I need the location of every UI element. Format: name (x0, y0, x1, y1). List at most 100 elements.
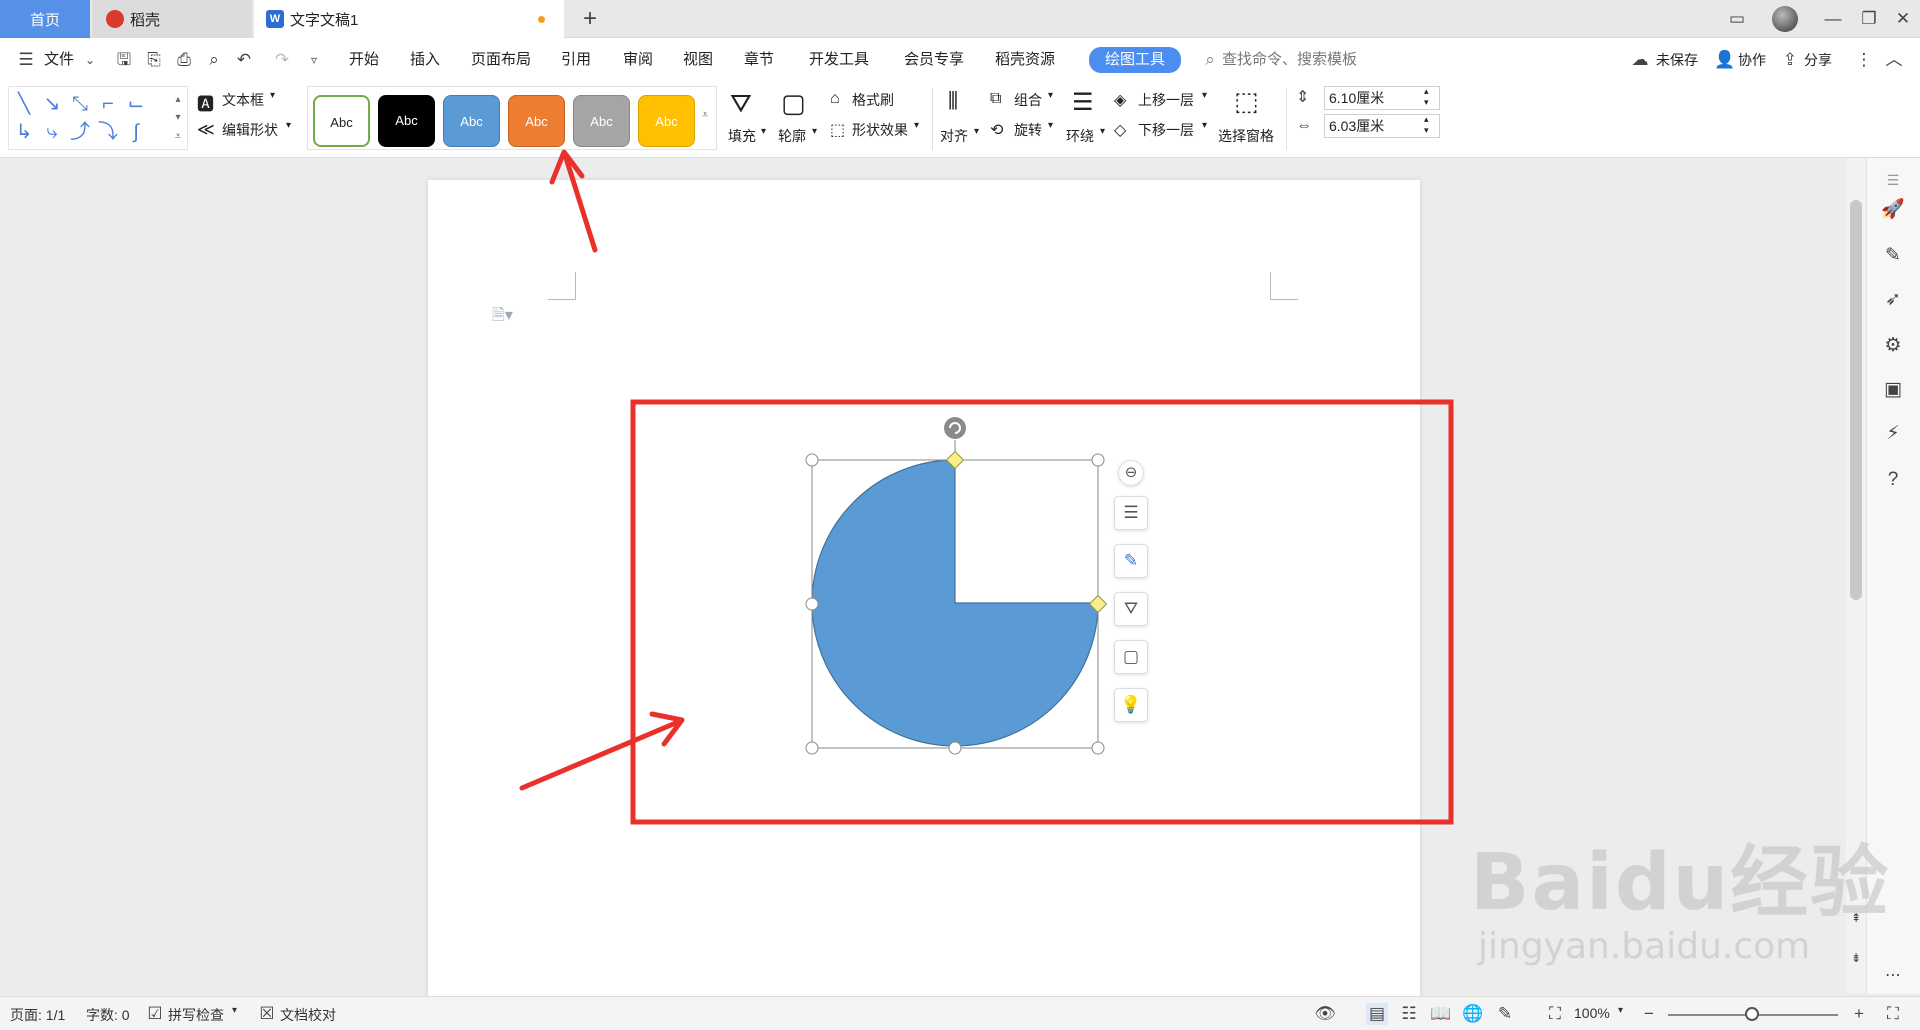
fill-button[interactable]: 填充 (728, 126, 756, 146)
chevron-down-icon[interactable]: ▾ (1048, 120, 1053, 131)
outline-button[interactable]: 轮廓 (778, 126, 806, 146)
arrow-line-icon[interactable]: ↘ (41, 93, 63, 115)
tab-home[interactable]: 首页 (0, 0, 90, 38)
document-page[interactable]: 🗎▾ (428, 180, 1420, 996)
layout-options-icon[interactable]: ☰ (1114, 496, 1148, 530)
width-stepper-icon[interactable]: ▴ ▾ (1424, 114, 1429, 136)
wrap-text-icon[interactable]: ☰ (1072, 88, 1094, 117)
curved-connector-icon[interactable]: ⤷ (41, 121, 63, 143)
selection-pane-icon[interactable]: ⬚ (1234, 86, 1259, 117)
spell-check-button[interactable]: 拼写检查 (168, 1005, 224, 1025)
chevron-down-icon[interactable]: ▾ (812, 126, 817, 137)
sidebar-menu-icon[interactable]: ☰ (1879, 166, 1907, 194)
chevron-down-icon[interactable]: ▾ (232, 1005, 237, 1016)
menu-file[interactable]: 文件 (44, 48, 74, 72)
minimize-icon[interactable]: — (1814, 0, 1852, 38)
image-edit-icon[interactable]: ▣ (1879, 376, 1907, 404)
gallery-expand-icon[interactable]: ⩡ (167, 125, 189, 147)
menu-chapter[interactable]: 章节 (744, 48, 774, 72)
align-icon[interactable]: ⫴ (948, 88, 958, 116)
page-indicator[interactable]: 页面: 1/1 (10, 1005, 65, 1025)
customize-toolbar-icon[interactable]: ▿ (304, 50, 324, 70)
zoom-slider-thumb[interactable] (1745, 1007, 1759, 1021)
eye-protection-icon[interactable]: 👁 (1314, 1003, 1336, 1025)
elbow-double-arrow-icon[interactable]: ↳ (13, 121, 35, 143)
chevron-down-icon[interactable]: ⌄ (80, 50, 100, 70)
rotate-button[interactable]: 旋转 (1014, 120, 1042, 140)
more-options-icon[interactable]: ⋮ (1854, 50, 1874, 70)
shape-fill-icon[interactable]: ⛛ (1114, 592, 1148, 626)
help-icon[interactable]: ? (1879, 466, 1907, 494)
document-canvas[interactable]: 🗎▾ (0, 158, 1850, 996)
collaborate-button[interactable]: 协作 (1738, 48, 1766, 72)
menu-page-layout[interactable]: 页面布局 (471, 48, 531, 72)
chevron-down-icon[interactable]: ▾ (914, 120, 919, 131)
textbox-button[interactable]: 文本框 (222, 90, 264, 110)
shape-style-gold[interactable]: Abc (638, 95, 695, 147)
tab-docer[interactable]: 稻壳 (92, 0, 252, 38)
menu-docer-resources[interactable]: 稻壳资源 (995, 48, 1055, 72)
avatar[interactable] (1772, 6, 1798, 32)
rocket-icon[interactable]: 🚀 (1879, 196, 1907, 224)
fit-page-icon[interactable]: ⛶ (1544, 1003, 1566, 1025)
fullscreen-icon[interactable]: ⛶ (1882, 1003, 1904, 1025)
shape-height-field[interactable]: 6.10厘米 (1324, 86, 1440, 110)
wrap-button[interactable]: 环绕 (1066, 126, 1094, 146)
curved-double-arrow-icon[interactable]: ⤵ (97, 121, 119, 143)
chevron-down-icon[interactable]: ▾ (1048, 90, 1053, 101)
chevron-down-icon[interactable]: ▾ (1618, 1005, 1623, 1016)
outline-view-icon[interactable]: ☷ (1398, 1003, 1420, 1025)
shape-width-field[interactable]: 6.03厘米 (1324, 114, 1440, 138)
selection-pane-button[interactable]: 选择窗格 (1218, 126, 1274, 146)
format-painter-button[interactable]: 格式刷 (852, 90, 894, 110)
word-count[interactable]: 字数: 0 (86, 1005, 130, 1025)
height-stepper-icon[interactable]: ▴ ▾ (1424, 86, 1429, 108)
redo-icon[interactable]: ↷ (272, 50, 292, 70)
more-icon[interactable]: ⋯ (1879, 962, 1907, 990)
chevron-down-icon[interactable]: ▾ (1202, 90, 1207, 101)
scrollbar-thumb[interactable] (1850, 200, 1862, 600)
bring-forward-button[interactable]: 上移一层 (1138, 90, 1194, 110)
menu-references[interactable]: 引用 (561, 48, 591, 72)
zoom-out-icon[interactable]: − (1638, 1003, 1660, 1025)
page-view-icon[interactable]: ▤ (1366, 1003, 1388, 1025)
export-pdf-icon[interactable]: ⎘ (144, 50, 164, 70)
freeform-icon[interactable]: ∫ (125, 121, 147, 143)
group-button[interactable]: 组合 (1014, 90, 1042, 110)
style-gallery-expand-icon[interactable]: ⩡ (702, 109, 708, 122)
chevron-down-icon[interactable]: ▾ (1100, 126, 1105, 137)
chevron-down-icon[interactable]: ▾ (1202, 120, 1207, 131)
search-icon[interactable]: ⌕ (1200, 50, 1220, 70)
print-preview-icon[interactable]: ⌕ (204, 50, 224, 70)
undo-icon[interactable]: ↶ (234, 50, 254, 70)
shape-style-blue[interactable]: Abc (443, 95, 500, 147)
write-mode-icon[interactable]: ✎ (1494, 1003, 1516, 1025)
hamburger-menu-icon[interactable]: ☰ (16, 50, 36, 70)
menu-start[interactable]: 开始 (349, 48, 379, 72)
scroll-page-up-icon[interactable]: ⇞ (1846, 904, 1866, 932)
elbow-connector-icon[interactable]: ⌐ (97, 93, 119, 115)
line-shape-icon[interactable]: ╲ (13, 93, 35, 115)
shape-style-orange[interactable]: Abc (508, 95, 565, 147)
shape-style-black[interactable]: Abc (378, 95, 435, 147)
reading-view-icon[interactable]: 📖 (1430, 1003, 1452, 1025)
collapse-toolbar-icon[interactable]: ⊖ (1118, 460, 1144, 486)
cursor-select-icon[interactable]: ➶ (1879, 286, 1907, 314)
chevron-down-icon[interactable]: ▾ (761, 126, 766, 137)
new-tab-button[interactable]: + (575, 4, 605, 34)
window-layout-icon[interactable]: ▭ (1718, 0, 1756, 38)
menu-developer[interactable]: 开发工具 (809, 48, 869, 72)
fill-bucket-icon[interactable]: ⛛ (730, 88, 752, 120)
chevron-down-icon[interactable]: ▾ (270, 90, 275, 101)
print-icon[interactable]: ⎙ (174, 50, 194, 70)
menu-drawing-tools[interactable]: 绘图工具 (1089, 47, 1182, 73)
doc-check-button[interactable]: 文档校对 (280, 1005, 336, 1025)
smart-suggestion-icon[interactable]: 💡 (1114, 688, 1148, 722)
settings-sliders-icon[interactable]: ⚙ (1879, 332, 1907, 360)
zoom-in-icon[interactable]: + (1848, 1003, 1870, 1025)
shape-style-brush-icon[interactable]: ✎ (1114, 544, 1148, 578)
chevron-down-icon[interactable]: ▾ (286, 120, 291, 131)
outline-icon[interactable]: ▢ (781, 88, 806, 119)
send-backward-button[interactable]: 下移一层 (1138, 120, 1194, 140)
double-arrow-line-icon[interactable]: ⤡ (69, 93, 91, 115)
